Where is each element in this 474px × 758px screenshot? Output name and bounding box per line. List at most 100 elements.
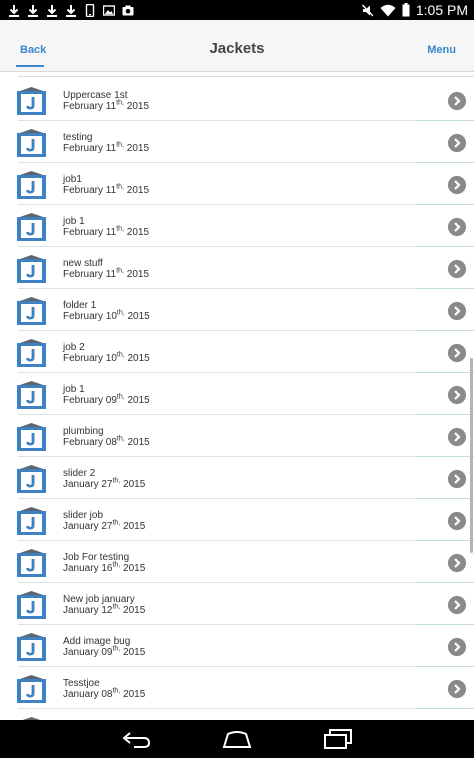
chevron-right-circle-icon[interactable] [448, 428, 466, 446]
jacket-date-day: February 10 [63, 353, 117, 364]
jacket-date: February 11th, 2015 [63, 225, 149, 238]
jacket-date-day: January 27 [63, 479, 113, 490]
chevron-right-circle-icon[interactable] [448, 680, 466, 698]
back-button-underline [16, 65, 44, 67]
jacket-date-year: 2015 [120, 563, 146, 574]
chevron-right-circle-icon[interactable] [448, 260, 466, 278]
jacket-folder-icon [17, 171, 46, 199]
jacket-date-suffix: th, [116, 267, 124, 275]
jacket-list[interactable]: Uppercase 1st February 11th, 2015 testin… [0, 72, 474, 720]
jacket-folder-icon [17, 591, 46, 619]
download-icon [9, 4, 19, 17]
jacket-date: February 11th, 2015 [63, 141, 150, 154]
menu-button[interactable]: Menu [427, 44, 456, 56]
list-item[interactable]: job 1 February 11th, 2015 [0, 205, 474, 247]
jacket-date: February 11th, 2015 [63, 100, 149, 112]
jacket-date: February 10th, 2015 [63, 310, 150, 322]
download-icon [66, 4, 76, 17]
jacket-name: New job january [63, 594, 135, 605]
chevron-right-circle-icon[interactable] [448, 92, 466, 110]
photo-icon [103, 4, 115, 16]
list-item[interactable]: plumbing February 08th, 2015 [0, 415, 474, 457]
jacket-folder-icon [17, 381, 46, 409]
jacket-folder-icon [17, 465, 46, 493]
jacket-name: slider job [63, 510, 104, 521]
jacket-date-year: 2015 [120, 521, 146, 532]
list-item[interactable]: Tesstjoe January 08th, 2015 [0, 667, 474, 709]
chevron-right-circle-icon[interactable] [448, 554, 466, 572]
jacket-date-year: 2015 [124, 353, 150, 364]
system-nav-bar [0, 720, 474, 758]
jacket-date: February 11th, 2015 [63, 184, 149, 196]
jacket-date-day: January 16 [63, 563, 113, 574]
list-item[interactable]: job1 February 11th, 2015 [0, 163, 474, 205]
battery-icon [402, 3, 410, 17]
jacket-date-year: 2015 [120, 689, 146, 700]
jacket-name: new stuff [63, 258, 103, 269]
home-nav-icon[interactable] [222, 729, 252, 749]
list-item[interactable]: slider job January 27th, 2015 [0, 499, 474, 541]
jacket-name: plumbing [63, 426, 104, 437]
jacket-date-suffix: th, [116, 141, 124, 149]
download-icon [28, 4, 38, 17]
jacket-folder-icon [17, 297, 46, 325]
list-item[interactable]: Add image bug January 09th, 2015 [0, 625, 474, 667]
jacket-date-day: February 09 [63, 395, 117, 406]
jacket-date: January 12th, 2015 [63, 604, 145, 616]
list-item[interactable]: folder 1 February 10th, 2015 [0, 289, 474, 331]
list-item[interactable]: Job For testing January 16th, 2015 [0, 541, 474, 583]
jacket-date-day: January 09 [63, 647, 113, 658]
jacket-name: job1 [63, 174, 82, 185]
jacket-date: January 27th, 2015 [63, 520, 146, 532]
chevron-right-circle-icon[interactable] [448, 512, 466, 530]
jacket-folder-icon [17, 255, 46, 283]
jacket-folder-icon [17, 339, 46, 367]
jacket-date: February 10th, 2015 [63, 352, 150, 364]
phone-icon [85, 3, 95, 17]
jacket-folder-icon [17, 213, 46, 241]
jacket-date-day: February 08 [63, 437, 117, 448]
jacket-date: January 16th, 2015 [63, 562, 146, 574]
jacket-date-year: 2015 [123, 143, 150, 154]
jacket-date: February 11th, 2015 [63, 267, 149, 280]
jacket-date-suffix: th, [116, 435, 125, 443]
page-title: Jackets [209, 40, 265, 57]
list-item[interactable]: Uppercase 1st February 11th, 2015 [0, 79, 474, 121]
chevron-right-circle-icon[interactable] [448, 386, 466, 404]
jacket-date-day: January 08 [63, 689, 113, 700]
list-item[interactable]: testing February 11th, 2015 [0, 121, 474, 163]
list-item[interactable]: job 2 February 10th, 2015 [0, 331, 474, 373]
jacket-date-suffix: th, [116, 225, 124, 233]
chevron-right-circle-icon[interactable] [448, 596, 466, 614]
jacket-date-suffix: th, [116, 393, 125, 401]
chevron-right-circle-icon[interactable] [448, 176, 466, 194]
jacket-name: Tesstjoe [63, 678, 100, 689]
jacket-date: January 09th, 2015 [63, 646, 146, 658]
list-item[interactable]: slider 2 January 27th, 2015 [0, 457, 474, 499]
chevron-right-circle-icon[interactable] [448, 134, 466, 152]
back-nav-icon[interactable] [120, 729, 152, 749]
list-item[interactable]: job 1 February 09th, 2015 [0, 373, 474, 415]
jacket-date-day: February 11 [63, 269, 117, 280]
jacket-date: January 08th, 2015 [63, 688, 146, 700]
jacket-date-day: January 12 [63, 605, 113, 616]
chevron-right-circle-icon[interactable] [448, 302, 466, 320]
chevron-right-circle-icon[interactable] [448, 638, 466, 656]
app-header: Back Jackets Menu [0, 20, 474, 72]
wifi-icon [380, 4, 396, 16]
jacket-date-day: February 11 [63, 227, 117, 238]
jacket-folder-icon [17, 675, 46, 703]
list-scrollbar[interactable] [470, 358, 473, 553]
jacket-date-day: February 11 [63, 143, 117, 154]
chevron-right-circle-icon[interactable] [448, 344, 466, 362]
chevron-right-circle-icon[interactable] [448, 470, 466, 488]
list-item[interactable]: new stuff February 11th, 2015 [0, 247, 474, 289]
download-icon [47, 4, 57, 17]
recent-apps-icon[interactable] [323, 729, 353, 749]
jacket-date-year: 2015 [120, 647, 146, 658]
jacket-date: January 27th, 2015 [63, 478, 145, 490]
list-item[interactable]: New job january January 12th, 2015 [0, 583, 474, 625]
chevron-right-circle-icon[interactable] [448, 218, 466, 236]
list-item[interactable]: test cordish [0, 709, 474, 720]
jacket-folder-icon [17, 633, 46, 661]
